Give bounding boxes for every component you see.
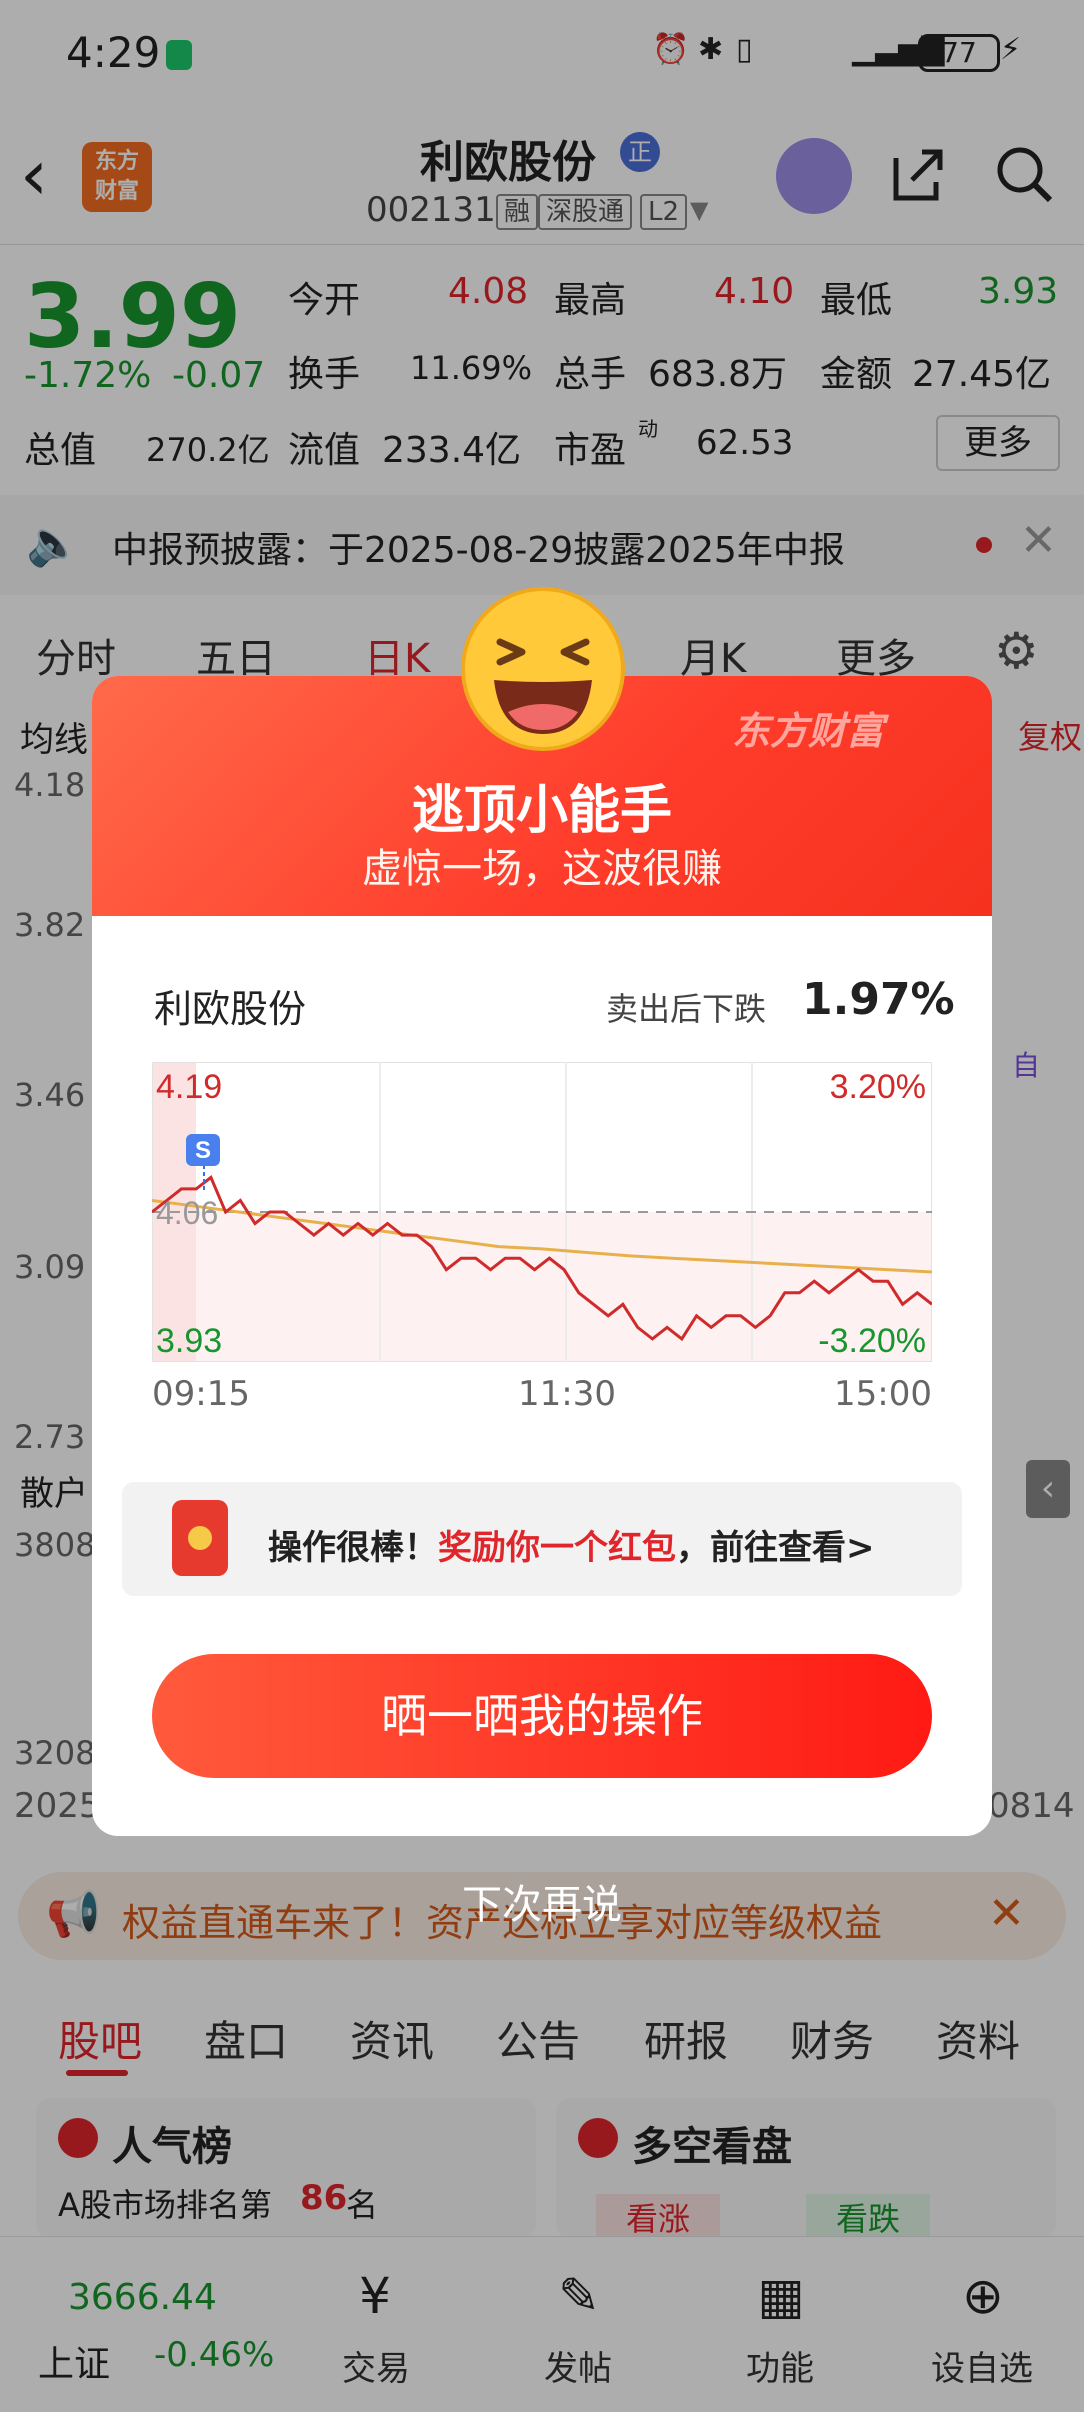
achievement-modal: 东方财富 逃顶小能手 虚惊一场，这波很赚 利欧股份 卖出后下跌 1.97% S … bbox=[92, 676, 992, 1836]
dismiss-link[interactable]: 下次再说 bbox=[0, 1872, 1084, 1930]
chart-bg-low bbox=[152, 1212, 932, 1362]
reward-text: 操作很棒！奖励你一个红包，前往查看> bbox=[268, 1520, 875, 1569]
reward-banner[interactable]: 操作很棒！奖励你一个红包，前往查看> bbox=[122, 1482, 962, 1596]
drop-percent: 1.97% bbox=[802, 974, 955, 1025]
reward-prefix: 操作很棒！ bbox=[268, 1528, 438, 1568]
coin-icon bbox=[188, 1526, 212, 1550]
share-operation-button[interactable]: 晒一晒我的操作 bbox=[152, 1654, 932, 1778]
time-end: 15:00 bbox=[834, 1374, 932, 1414]
sell-marker-label: S bbox=[195, 1137, 211, 1164]
modal-title: 逃顶小能手 bbox=[411, 781, 672, 841]
label-high: 4.19 bbox=[156, 1068, 222, 1106]
reward-suffix: ，前往查看> bbox=[676, 1528, 875, 1568]
time-mid: 11:30 bbox=[518, 1374, 616, 1414]
time-start: 09:15 bbox=[152, 1374, 250, 1414]
label-high-pct: 3.20% bbox=[830, 1068, 926, 1106]
brand-watermark: 东方财富 bbox=[732, 709, 885, 753]
label-low-pct: -3.20% bbox=[818, 1322, 926, 1360]
label-mid: 4.06 bbox=[156, 1195, 218, 1231]
intraday-mini-chart: S 4.19 3.20% 4.06 3.93 -3.20% bbox=[152, 1062, 932, 1362]
label-low: 3.93 bbox=[156, 1322, 222, 1360]
laughing-emoji-icon bbox=[461, 587, 625, 751]
reward-highlight: 奖励你一个红包 bbox=[438, 1528, 676, 1568]
drop-description: 卖出后下跌 bbox=[606, 990, 767, 1028]
modal-subtitle: 虚惊一场，这波很赚 bbox=[362, 846, 722, 892]
modal-stock-name: 利欧股份 bbox=[154, 987, 307, 1031]
